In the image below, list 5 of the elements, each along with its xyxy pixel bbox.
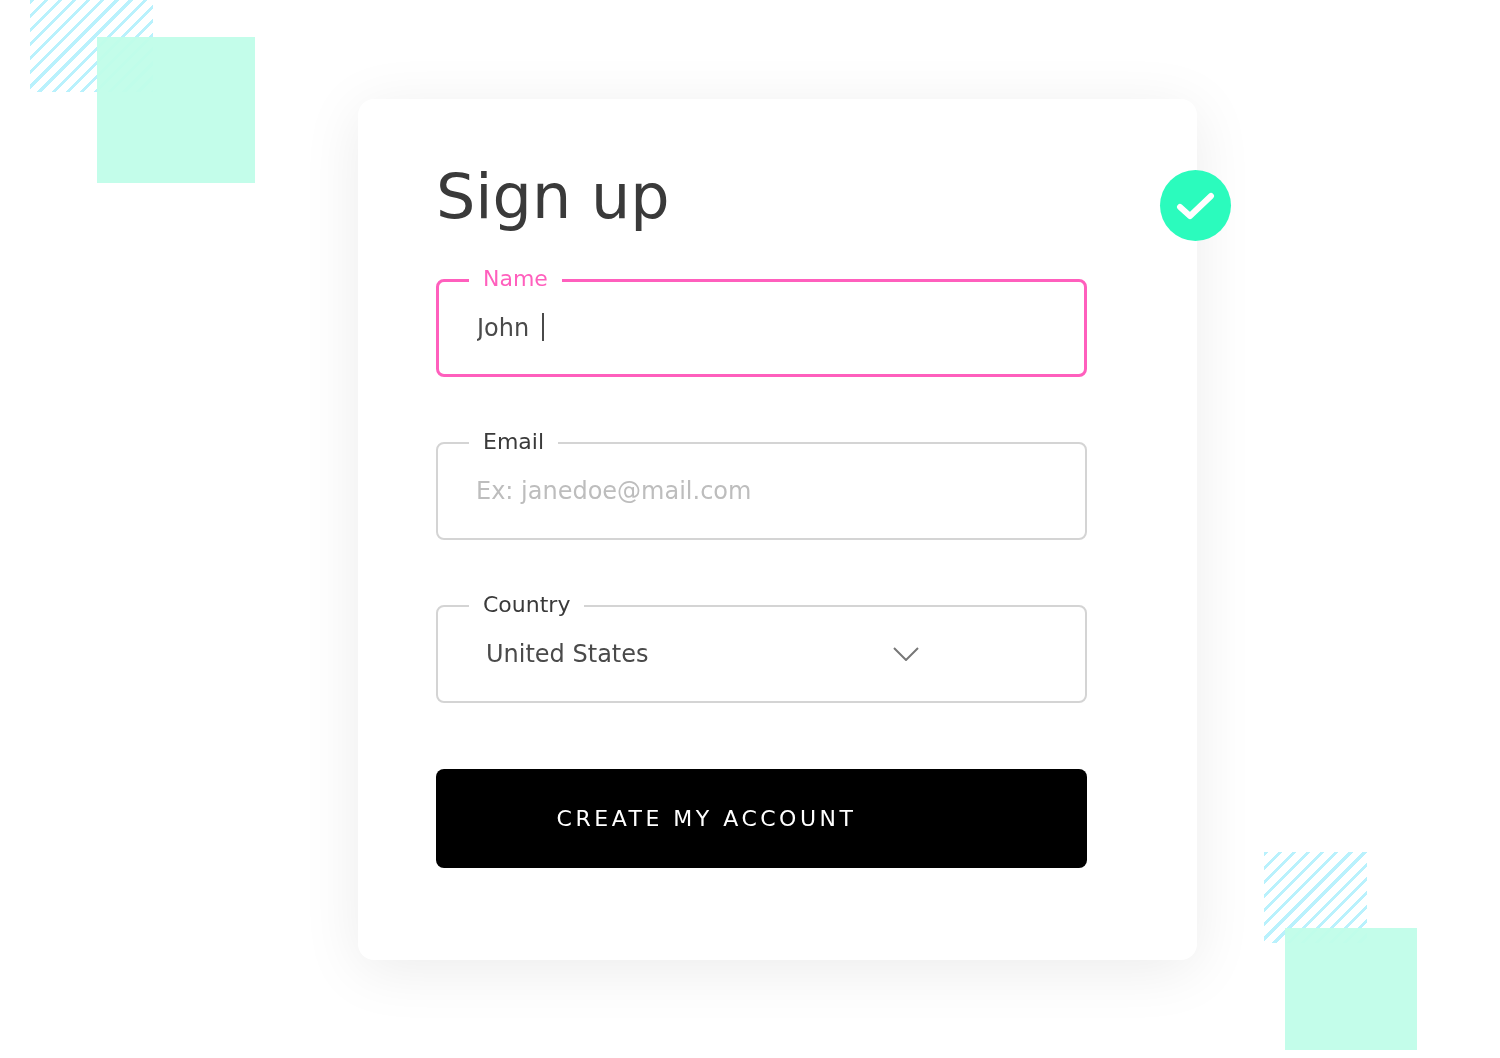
select-value: United States [486, 640, 650, 668]
text-cursor [542, 313, 544, 341]
create-account-button[interactable]: CREATE MY ACCOUNT [436, 769, 1087, 868]
chevron-down-icon [893, 647, 919, 661]
form-title: Sign up [436, 159, 671, 235]
